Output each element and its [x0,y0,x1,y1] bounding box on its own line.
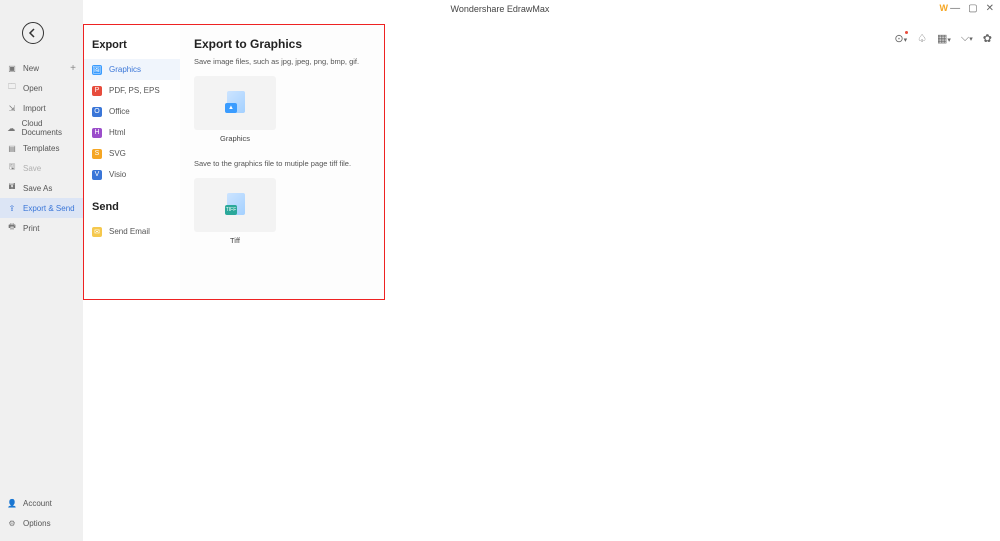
pdf-icon: P [92,86,102,96]
email-icon: ✉ [92,227,102,237]
sidebar-item-account[interactable]: 👤 Account [0,493,83,513]
export-categories: Export 🖼 Graphics P PDF, PS, EPS O Offic… [84,25,180,299]
sidebar-label: Cloud Documents [22,119,76,137]
sidebar-label: Print [23,224,39,233]
sidebar-label: New [23,64,39,73]
bell-icon[interactable]: ♤ [917,32,927,45]
add-icon[interactable]: + [70,63,76,74]
templates-icon: ▤ [7,143,17,153]
tiff-file-icon: TIFF [225,193,245,217]
content-desc-1: Save image files, such as jpg, jpeg, png… [194,57,370,66]
office-icon: O [92,107,102,117]
close-button[interactable]: ✕ [986,3,994,14]
cloud-icon: ☁ [7,123,16,133]
sidebar-item-open[interactable]: 🗀 Open [0,78,83,98]
maximize-button[interactable]: ▢ [968,3,977,14]
account-icon: 👤 [7,498,17,508]
filter-icon[interactable]: ⌵▾ [961,32,973,45]
content-title: Export to Graphics [194,37,370,51]
export-item-office[interactable]: O Office [84,101,180,122]
sidebar-item-import[interactable]: ⇲ Import [0,98,83,118]
grid-icon[interactable]: ▦▾ [937,32,951,45]
export-item-label: Html [109,128,125,137]
primary-sidebar: ▣ New + 🗀 Open ⇲ Import ☁ Cloud Document… [0,0,83,541]
export-content: Export to Graphics Save image files, suc… [180,25,384,299]
sidebar-label: Export & Send [23,204,75,213]
sidebar-item-save: 🖫 Save [0,158,83,178]
export-item-html[interactable]: H Html [84,122,180,143]
graphics-file-icon: ▲ [225,91,245,115]
sidebar-label: Import [23,104,46,113]
send-heading: Send [84,195,180,221]
html-icon: H [92,128,102,138]
content-desc-2: Save to the graphics file to mutiple pag… [194,159,370,168]
graphics-card[interactable]: ▲ [194,76,276,130]
export-item-label: Graphics [109,65,141,74]
graphics-card-label: Graphics [194,134,276,143]
export-icon: ⇪ [7,203,17,213]
sidebar-label: Options [23,519,51,528]
visio-icon: V [92,170,102,180]
export-item-label: Office [109,107,130,116]
minimize-button[interactable]: — [950,3,960,14]
save-as-icon: 🖬 [7,183,17,193]
sidebar-label: Account [23,499,52,508]
folder-icon: 🗀 [7,83,17,93]
sidebar-label: Save As [23,184,52,193]
tiff-card[interactable]: TIFF [194,178,276,232]
send-item-label: Send Email [109,227,150,236]
sidebar-item-new[interactable]: ▣ New + [0,58,83,78]
help-icon[interactable]: ⊙▾ [894,32,907,45]
send-item-email[interactable]: ✉ Send Email [84,221,180,242]
gear-icon: ⚙ [7,518,17,528]
plus-box-icon: ▣ [7,63,17,73]
export-panel: Export 🖼 Graphics P PDF, PS, EPS O Offic… [83,24,385,300]
brand-logo: W [940,3,949,13]
sidebar-item-cloud[interactable]: ☁ Cloud Documents [0,118,83,138]
export-item-label: Visio [109,170,126,179]
export-item-visio[interactable]: V Visio [84,164,180,185]
sidebar-label: Save [23,164,41,173]
save-icon: 🖫 [7,163,17,173]
sidebar-item-print[interactable]: 🖶 Print [0,218,83,238]
export-item-label: SVG [109,149,126,158]
export-item-svg[interactable]: S SVG [84,143,180,164]
print-icon: 🖶 [7,223,17,233]
sidebar-label: Templates [23,144,59,153]
graphics-icon: 🖼 [92,65,102,75]
export-item-graphics[interactable]: 🖼 Graphics [84,59,180,80]
sidebar-item-templates[interactable]: ▤ Templates [0,138,83,158]
tiff-card-label: Tiff [194,236,276,245]
export-item-pdf[interactable]: P PDF, PS, EPS [84,80,180,101]
svg-icon: S [92,149,102,159]
app-title: Wondershare EdrawMax [451,4,550,14]
export-heading: Export [84,33,180,59]
sidebar-label: Open [23,84,43,93]
sidebar-item-save-as[interactable]: 🖬 Save As [0,178,83,198]
sidebar-item-options[interactable]: ⚙ Options [0,513,83,533]
sidebar-item-export-send[interactable]: ⇪ Export & Send [0,198,83,218]
settings-icon[interactable]: ✿ [983,32,992,45]
import-icon: ⇲ [7,103,17,113]
back-button[interactable] [22,22,44,44]
export-item-label: PDF, PS, EPS [109,86,160,95]
